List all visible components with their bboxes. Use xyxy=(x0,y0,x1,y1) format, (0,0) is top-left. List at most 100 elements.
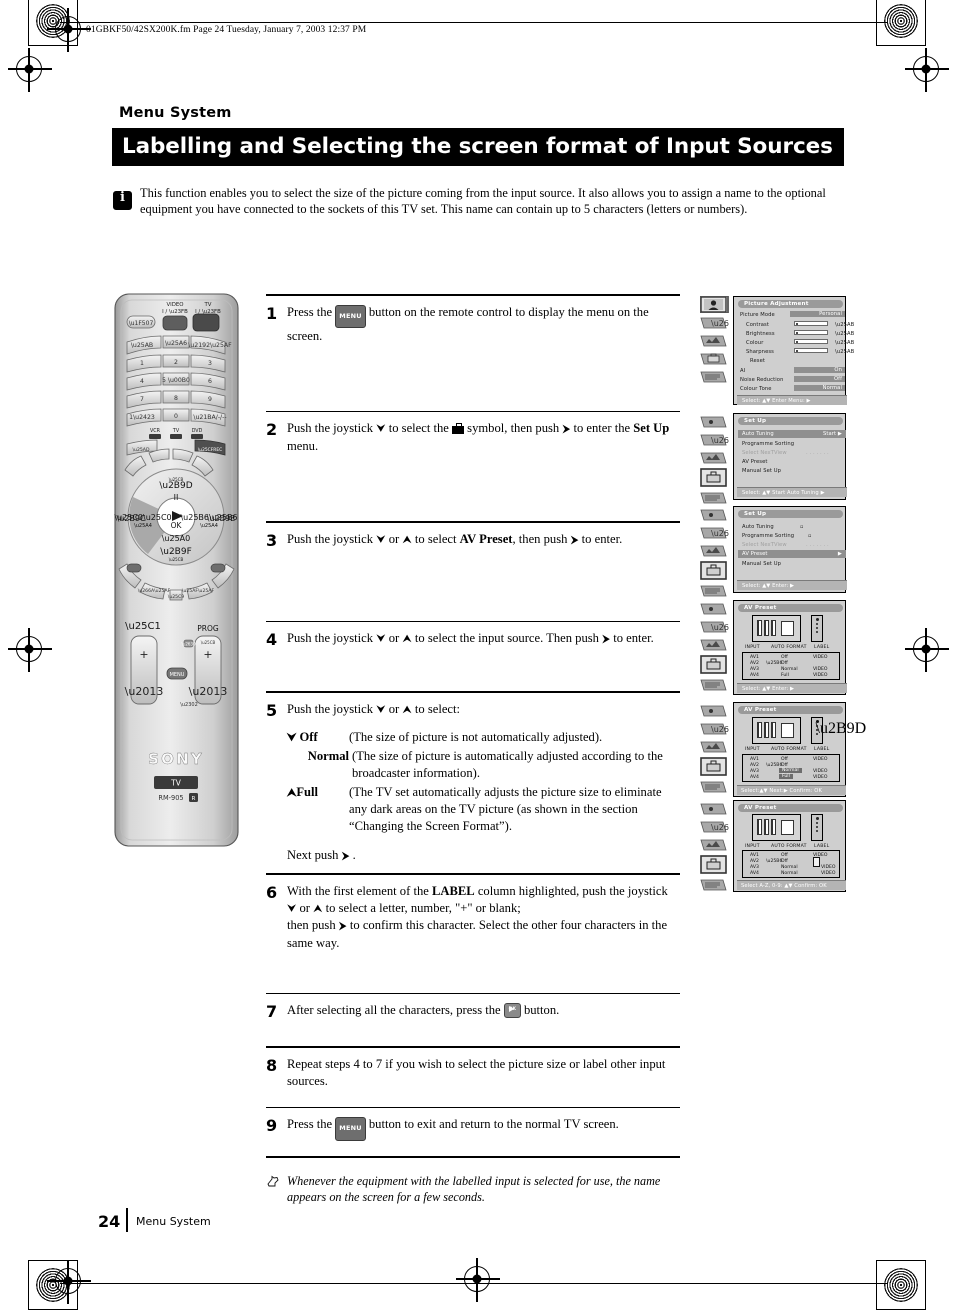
av-row-input[interactable]: AV2 xyxy=(750,661,759,666)
osd-row-manual-set-up[interactable]: Manual Set Up xyxy=(742,468,781,474)
sidebar-item-setup-active[interactable] xyxy=(700,756,729,777)
sidebar-item-sound[interactable]: \u266A xyxy=(700,720,740,737)
av-table: AV1 Off VIDEO AV2 \u25B6 Off AV3 Normal … xyxy=(742,850,840,878)
av-row-input[interactable]: AV4 xyxy=(750,871,759,876)
av-row-format[interactable]: Normal xyxy=(781,871,798,876)
av-row-label[interactable]: VIDEO xyxy=(813,655,828,660)
joystick-right-icon: ⮞ xyxy=(338,919,347,933)
av-row-format[interactable]: Off xyxy=(781,859,788,864)
av-row-input[interactable]: AV2 xyxy=(750,763,759,768)
osd-row-sharpness[interactable]: Sharpness xyxy=(746,349,774,355)
av-row-input[interactable]: AV3 xyxy=(750,769,759,774)
step-number: 9 xyxy=(266,1116,278,1136)
sidebar-item-setup-active[interactable] xyxy=(700,854,729,875)
osd-row-av-preset[interactable]: AV Preset ▶ xyxy=(738,550,846,558)
osd-set-up-av-preset: \u266A Set Up Auto Tuning ▫ Programme So… xyxy=(700,506,847,597)
osd-bar-brightness[interactable] xyxy=(794,330,828,335)
osd-bar-contrast[interactable] xyxy=(794,321,828,326)
av-row-label[interactable]: VIDEO xyxy=(813,673,828,678)
sidebar-item-sound[interactable]: \u266A xyxy=(700,431,740,448)
av-row-format[interactable]: Off xyxy=(781,661,788,666)
svg-text:\u2192\u25AF: \u2192\u25AF xyxy=(188,342,232,349)
sidebar-item-setup-active[interactable] xyxy=(700,467,729,488)
sidebar-item-manual[interactable] xyxy=(700,676,729,693)
sidebar-item-setup-active[interactable] xyxy=(700,560,729,581)
step-6: 6 With the first element of the LABEL co… xyxy=(266,875,680,993)
sidebar-item-features[interactable] xyxy=(700,542,729,559)
sidebar-item-picture[interactable] xyxy=(699,295,729,314)
av-row-label[interactable]: VIDEO xyxy=(813,769,828,774)
osd-bar-colour[interactable] xyxy=(794,339,828,344)
av-row-format[interactable]: Off xyxy=(781,655,788,660)
sidebar-item-picture[interactable] xyxy=(700,413,729,430)
av-row-input[interactable]: AV1 xyxy=(750,757,759,762)
sidebar-item-sound[interactable]: \u266A xyxy=(700,618,740,635)
osd-title: AV Preset xyxy=(738,804,843,812)
crop-line-bottom xyxy=(60,1283,888,1284)
osd-row-programme-sorting[interactable]: Programme Sorting xyxy=(742,533,794,539)
av-row-input[interactable]: AV1 xyxy=(750,853,759,858)
sidebar-item-sound[interactable]: \u266A xyxy=(700,314,740,331)
osd-row-colour-tone[interactable]: Colour Tone xyxy=(740,386,772,392)
step-number: 4 xyxy=(266,630,278,650)
av-label-edit-cursor[interactable] xyxy=(813,857,820,867)
option-key: ⮟ Off xyxy=(287,729,349,746)
av-row-format[interactable]: Full xyxy=(781,673,789,678)
av-row-format-highlighted[interactable]: Full xyxy=(779,774,793,779)
av-row-label[interactable]: VIDEO xyxy=(821,865,836,870)
osd-row-reset[interactable]: Reset xyxy=(750,358,765,364)
sidebar-item-features[interactable] xyxy=(700,449,729,466)
sidebar-item-manual[interactable] xyxy=(700,368,729,385)
sidebar-item-manual[interactable] xyxy=(700,876,729,893)
av-row-input[interactable]: AV4 xyxy=(750,673,759,678)
osd-row-auto-tuning[interactable]: Auto Tuning xyxy=(742,524,774,530)
av-row-input[interactable]: AV3 xyxy=(750,865,759,870)
av-row-label[interactable]: VIDEO xyxy=(813,757,828,762)
osd-row-noise-reduction[interactable]: Noise Reduction xyxy=(740,377,783,383)
sidebar-item-manual[interactable] xyxy=(700,778,729,795)
av-row-format[interactable]: Off xyxy=(781,757,788,762)
joystick-up-icon: ⮝ xyxy=(402,532,412,546)
osd-row-av-preset[interactable]: AV Preset xyxy=(742,459,768,465)
sidebar-item-manual[interactable] xyxy=(700,489,729,506)
osd-row-brightness[interactable]: Brightness xyxy=(746,331,775,337)
sidebar-item-features[interactable] xyxy=(700,332,729,349)
osd-av-preset-format-select: \u266A AV Preset \u2B9D INPUT AUTO FORMA… xyxy=(700,702,867,798)
av-row-format[interactable]: Normal xyxy=(781,865,798,870)
av-dot-selected: \u2B9D xyxy=(815,720,867,737)
sidebar-item-picture[interactable] xyxy=(700,600,729,617)
sidebar-item-picture[interactable] xyxy=(700,506,729,523)
osd-row-auto-tuning[interactable]: Auto Tuning Start ▶ xyxy=(738,430,846,438)
sidebar-item-picture[interactable] xyxy=(700,702,729,719)
step-text: Push the joystick ⮟ or ⮝ to select the i… xyxy=(287,631,654,646)
svg-text:5 \u00B0: 5 \u00B0 xyxy=(162,377,190,384)
osd-row-manual-set-up[interactable]: Manual Set Up xyxy=(742,561,781,567)
sidebar-item-sound[interactable]: \u266A xyxy=(700,524,740,541)
sidebar-item-features[interactable] xyxy=(700,836,729,853)
svg-text:\u2302: \u2302 xyxy=(180,702,198,708)
sidebar-item-setup[interactable] xyxy=(700,350,729,367)
sidebar-item-setup-active[interactable] xyxy=(700,654,729,675)
av-row-input[interactable]: AV2 xyxy=(750,859,759,864)
osd-bar-sharpness[interactable] xyxy=(794,348,828,353)
av-row-input[interactable]: AV3 xyxy=(750,667,759,672)
av-row-label[interactable]: VIDEO xyxy=(821,871,836,876)
osd-row-colour[interactable]: Colour xyxy=(746,340,763,346)
av-row-input[interactable]: AV1 xyxy=(750,655,759,660)
av-row-format[interactable]: Off xyxy=(781,853,788,858)
sidebar-item-features[interactable] xyxy=(700,636,729,653)
av-row-label[interactable]: VIDEO xyxy=(813,667,828,672)
osd-row-contrast[interactable]: Contrast xyxy=(746,322,769,328)
sidebar-item-manual[interactable] xyxy=(700,582,729,599)
osd-row-ai[interactable]: AI xyxy=(740,368,745,374)
osd-row-programme-sorting[interactable]: Programme Sorting xyxy=(742,441,794,447)
sidebar-item-features[interactable] xyxy=(700,738,729,755)
sidebar-item-picture[interactable] xyxy=(700,800,729,817)
av-row-format[interactable]: Normal xyxy=(781,667,798,672)
osd-row-picture-mode[interactable]: Picture Mode xyxy=(740,312,775,318)
sidebar-item-sound[interactable]: \u266A xyxy=(700,818,740,835)
av-row-label[interactable]: VIDEO xyxy=(813,775,828,780)
av-row-input[interactable]: AV4 xyxy=(750,775,759,780)
av-row-format-highlighted[interactable]: Normal xyxy=(779,768,802,773)
joystick-up-icon: ⮝ xyxy=(287,785,297,799)
